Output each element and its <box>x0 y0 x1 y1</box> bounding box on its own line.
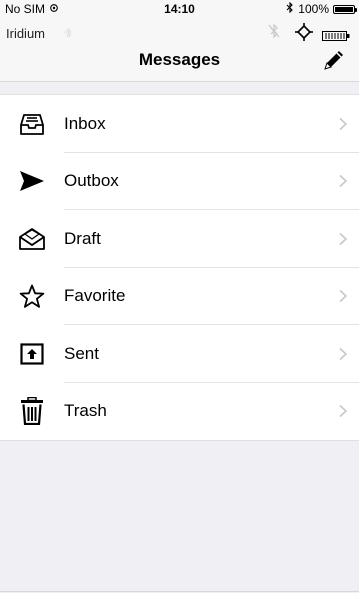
message-folder-list: Inbox Outbox Draft Favorite Sent Trash <box>0 94 359 441</box>
folder-label-trash: Trash <box>64 401 107 421</box>
trash-can-icon <box>18 397 46 426</box>
folder-row-outbox[interactable]: Outbox <box>0 153 359 210</box>
page-title: Messages <box>138 50 221 69</box>
chevron-right-icon <box>339 232 348 245</box>
star-icon <box>18 282 46 310</box>
chevron-right-icon <box>339 117 348 130</box>
folder-label-sent: Sent <box>64 343 99 363</box>
battery-icon <box>333 4 357 14</box>
folder-row-draft[interactable]: Draft <box>0 210 359 268</box>
nav-bar: Iridium ◦)) Messages <box>0 18 359 82</box>
chevron-right-icon <box>339 405 348 418</box>
folder-row-sent[interactable]: Sent <box>0 325 359 383</box>
device-battery-icon <box>322 28 350 46</box>
status-right: 100% <box>286 0 357 18</box>
chevron-right-icon <box>339 175 348 188</box>
signal-strength-icon: ◦)) <box>64 27 71 37</box>
status-bar: No SIM 14:10 100% <box>0 0 359 18</box>
section-gap <box>0 82 359 94</box>
device-name: Iridium <box>6 26 46 41</box>
gps-target-icon[interactable] <box>295 23 313 46</box>
open-envelope-icon <box>18 225 46 253</box>
folder-row-trash[interactable]: Trash <box>0 383 359 441</box>
bottom-divider <box>0 591 359 592</box>
bluetooth-icon <box>286 0 294 18</box>
inbox-tray-icon <box>18 110 46 138</box>
chevron-right-icon <box>339 347 348 360</box>
folder-label-favorite: Favorite <box>64 286 126 306</box>
pencil-icon <box>324 51 343 70</box>
bluetooth-off-icon <box>268 23 280 43</box>
upload-arrow-icon <box>18 340 46 368</box>
folder-label-outbox: Outbox <box>64 171 119 191</box>
compose-button[interactable] <box>318 48 348 74</box>
paper-plane-icon <box>18 167 46 195</box>
folder-row-favorite[interactable]: Favorite <box>0 268 359 325</box>
folder-row-inbox[interactable]: Inbox <box>0 95 359 153</box>
battery-percent: 100% <box>298 2 329 16</box>
chevron-right-icon <box>339 290 348 303</box>
folder-label-inbox: Inbox <box>64 113 106 133</box>
folder-label-draft: Draft <box>64 228 101 248</box>
